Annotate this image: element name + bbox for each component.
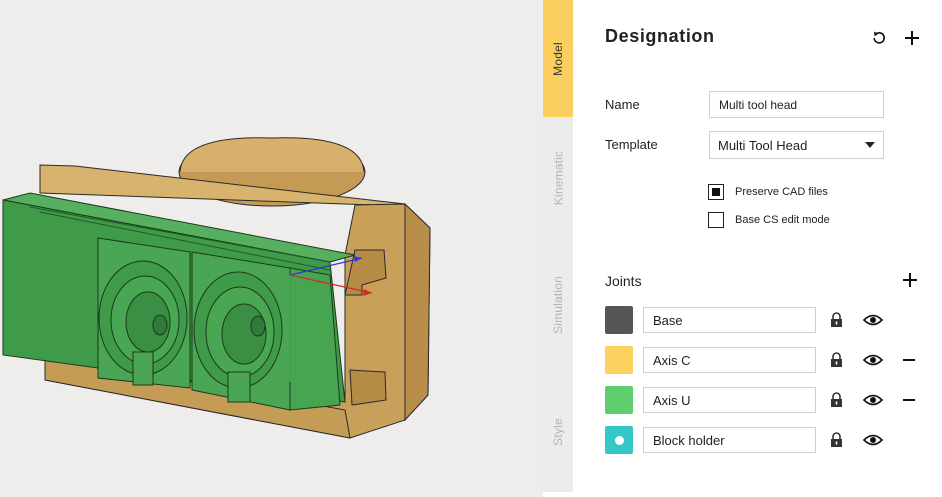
checkbox-box <box>708 212 724 228</box>
lock-icon <box>831 432 842 447</box>
plus-icon <box>903 273 917 287</box>
chevron-down-icon <box>865 142 875 148</box>
template-select-value: Multi Tool Head <box>718 137 808 153</box>
joint-row: Block holder <box>605 426 925 454</box>
panel-title: Designation <box>605 26 715 46</box>
joint-name-input[interactable]: Base <box>643 307 816 333</box>
checked-icon <box>712 188 720 196</box>
joint-name-input[interactable]: Axis C <box>643 347 816 373</box>
eye-icon <box>862 314 884 326</box>
joint-row: Axis C <box>605 346 925 374</box>
template-label: Template <box>605 137 658 152</box>
lock-icon <box>831 352 842 367</box>
checkbox-box <box>708 184 724 200</box>
reset-button[interactable] <box>870 29 888 47</box>
joint-color-swatch[interactable] <box>605 426 633 454</box>
tab-simulation[interactable]: Simulation <box>543 239 573 371</box>
remove-joint-button[interactable] <box>903 399 915 401</box>
joint-row: Axis U <box>605 386 925 414</box>
cad-model-render[interactable] <box>0 0 543 497</box>
tab-simulation-label: Simulation <box>551 275 565 335</box>
lock-button[interactable] <box>830 432 843 453</box>
visibility-button[interactable] <box>862 393 884 412</box>
lock-button[interactable] <box>830 352 843 373</box>
eye-icon <box>862 354 884 366</box>
lock-icon <box>831 392 842 407</box>
preserve-cad-label: Preserve CAD files <box>735 186 828 198</box>
lock-icon <box>831 312 842 327</box>
vertical-tab-bar: Model Kinematic Simulation Style <box>543 0 573 497</box>
remove-joint-button[interactable] <box>903 359 915 361</box>
tab-style-label: Style <box>551 417 565 446</box>
base-cs-edit-label: Base CS edit mode <box>735 214 830 226</box>
base-cs-edit-checkbox[interactable]: Base CS edit mode <box>708 212 830 228</box>
joint-color-swatch[interactable] <box>605 346 633 374</box>
plus-icon <box>905 31 919 45</box>
joint-name-input[interactable]: Block holder <box>643 427 816 453</box>
joint-row: Base <box>605 306 925 334</box>
reset-icon <box>873 31 885 44</box>
tab-kinematic[interactable]: Kinematic <box>543 117 573 239</box>
template-select[interactable]: Multi Tool Head <box>709 131 884 159</box>
eye-icon <box>862 434 884 446</box>
visibility-button[interactable] <box>862 433 884 452</box>
visibility-button[interactable] <box>862 313 884 332</box>
lock-button[interactable] <box>830 312 843 333</box>
joints-title: Joints <box>605 273 642 289</box>
properties-panel: Designation Name Multi tool head Templat… <box>573 0 942 497</box>
visibility-button[interactable] <box>862 353 884 372</box>
preserve-cad-checkbox[interactable]: Preserve CAD files <box>708 184 828 200</box>
model-viewport[interactable] <box>0 0 543 497</box>
tab-model[interactable]: Model <box>543 0 573 117</box>
tab-style[interactable]: Style <box>543 371 573 492</box>
eye-icon <box>862 394 884 406</box>
tab-bar-footer <box>543 492 573 497</box>
lock-button[interactable] <box>830 392 843 413</box>
tab-kinematic-label: Kinematic <box>551 150 565 206</box>
name-input[interactable]: Multi tool head <box>709 91 884 118</box>
add-joint-button[interactable] <box>902 272 918 288</box>
name-label: Name <box>605 97 640 112</box>
add-designation-button[interactable] <box>903 29 921 47</box>
tab-model-label: Model <box>551 41 565 76</box>
joint-color-swatch[interactable] <box>605 306 633 334</box>
joint-name-input[interactable]: Axis U <box>643 387 816 413</box>
dot-icon <box>614 435 624 445</box>
joint-color-swatch[interactable] <box>605 386 633 414</box>
